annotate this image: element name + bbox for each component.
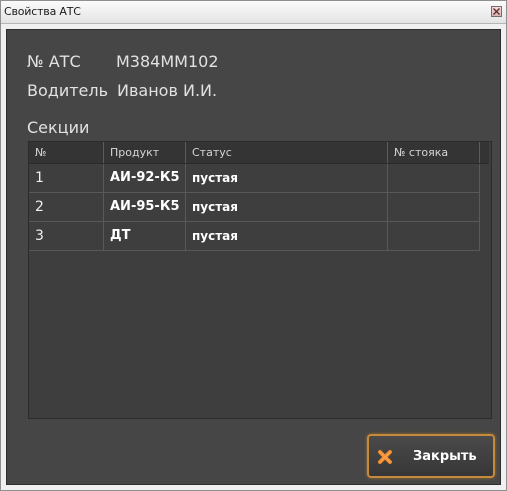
- close-icon: [493, 8, 500, 15]
- driver-value: Иванов И.И.: [117, 81, 218, 100]
- close-button-label: Закрыть: [413, 449, 477, 464]
- table-header: № Продукт Статус № стояка: [29, 142, 489, 164]
- column-header-number[interactable]: №: [29, 142, 104, 163]
- content-panel: № АТС М384ММ102 Водитель Иванов И.И. Сек…: [6, 29, 501, 485]
- window-close-button[interactable]: [491, 6, 502, 17]
- cell-product: АИ-95-К5: [104, 193, 186, 221]
- column-header-product[interactable]: Продукт: [104, 142, 186, 163]
- cell-number: 3: [29, 222, 104, 250]
- properties-window: Свойства АТС № АТС М384ММ102 Водитель Ив…: [0, 0, 507, 491]
- cell-number: 1: [29, 164, 104, 192]
- cell-product: ДТ: [104, 222, 186, 250]
- window-title: Свойства АТС: [4, 5, 81, 18]
- sections-title: Секции: [27, 118, 90, 137]
- cell-status: пустая: [186, 222, 388, 250]
- table-row[interactable]: 1 АИ-92-К5 пустая: [29, 164, 480, 193]
- cell-riser: [388, 164, 480, 192]
- close-x-icon: [378, 450, 392, 464]
- table-row[interactable]: 2 АИ-95-К5 пустая: [29, 193, 480, 222]
- driver-label: Водитель: [27, 81, 109, 100]
- cell-status: пустая: [186, 193, 388, 221]
- column-header-status[interactable]: Статус: [186, 142, 388, 163]
- cell-status: пустая: [186, 164, 388, 192]
- sections-table[interactable]: № Продукт Статус № стояка 1 АИ-92-К5 пус…: [28, 141, 492, 419]
- ats-value: М384ММ102: [116, 52, 219, 71]
- column-header-riser[interactable]: № стояка: [388, 142, 480, 163]
- table-row[interactable]: 3 ДТ пустая: [29, 222, 480, 251]
- cell-product: АИ-92-К5: [104, 164, 186, 192]
- cell-riser: [388, 193, 480, 221]
- cell-number: 2: [29, 193, 104, 221]
- ats-label: № АТС: [27, 52, 81, 71]
- close-button[interactable]: Закрыть: [367, 434, 495, 478]
- cell-riser: [388, 222, 480, 250]
- title-bar[interactable]: Свойства АТС: [1, 1, 506, 24]
